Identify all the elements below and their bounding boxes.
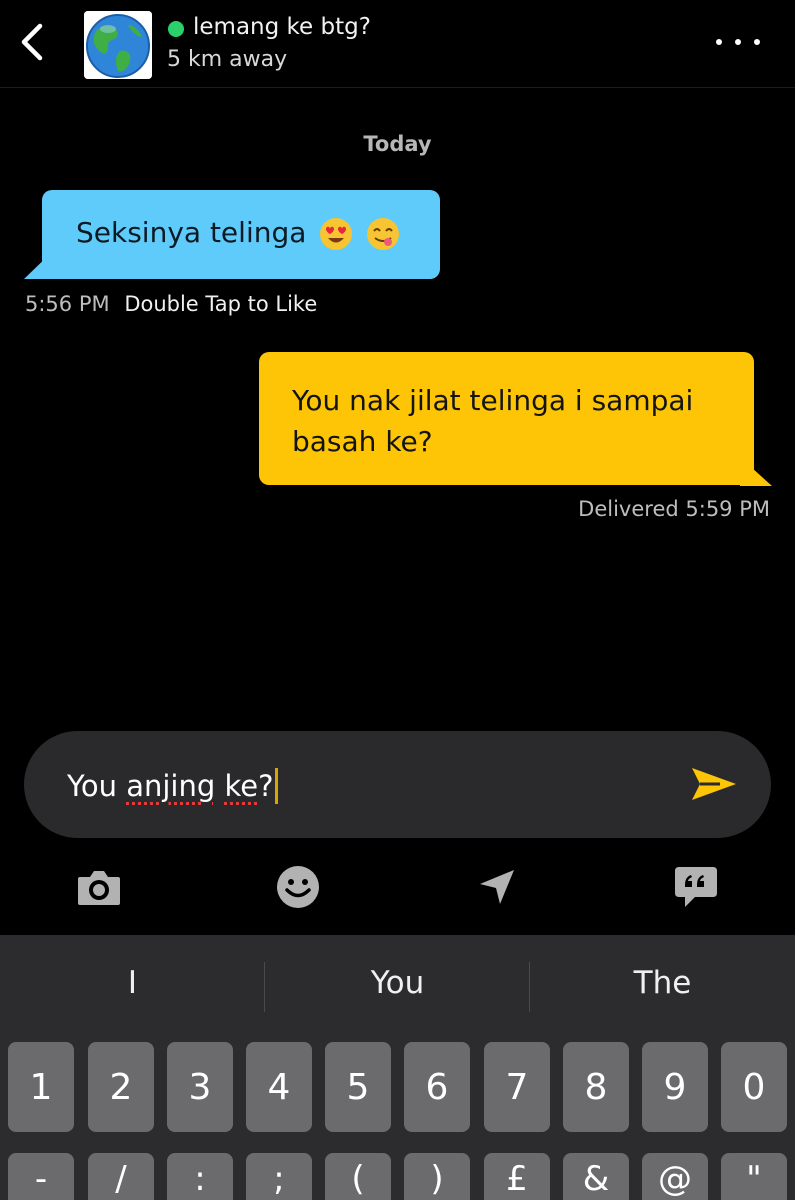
- message-text: Seksinya telinga: [76, 216, 307, 249]
- key-3[interactable]: 3: [167, 1042, 233, 1132]
- incoming-message-text: Seksinya telinga: [76, 216, 400, 251]
- saved-phrases-button[interactable]: [673, 864, 719, 910]
- send-button[interactable]: [690, 764, 738, 804]
- suggestion-1[interactable]: I: [0, 965, 265, 1001]
- contact-name[interactable]: lemang ke btg?: [193, 14, 371, 40]
- location-arrow-icon: [480, 870, 514, 904]
- key-0[interactable]: 0: [721, 1042, 787, 1132]
- key-7[interactable]: 7: [484, 1042, 550, 1132]
- suggestion-3[interactable]: The: [530, 965, 795, 1001]
- message-time: 5:56 PM: [25, 292, 110, 316]
- key-8[interactable]: 8: [563, 1042, 629, 1132]
- key-open-paren[interactable]: (: [325, 1153, 391, 1200]
- chat-header: lemang ke btg? 5 km away: [0, 0, 795, 88]
- contact-distance: 5 km away: [167, 47, 288, 72]
- key-at[interactable]: @: [642, 1153, 708, 1200]
- avatar[interactable]: [84, 11, 152, 79]
- message-input-text[interactable]: You anjing ke?: [67, 768, 278, 804]
- dot-icon: [716, 39, 722, 45]
- key-hyphen[interactable]: -: [8, 1153, 74, 1200]
- key-colon[interactable]: :: [167, 1153, 233, 1200]
- delivery-status: Delivered 5:59 PM: [578, 497, 770, 521]
- yum-emoji-icon: [367, 218, 400, 250]
- key-2[interactable]: 2: [88, 1042, 154, 1132]
- misspelled-word[interactable]: anjing: [126, 769, 215, 803]
- online-status-dot: [168, 21, 184, 37]
- outgoing-message-text: You nak jilat telinga i sampai basah ke?: [292, 384, 694, 458]
- emoji-button[interactable]: [275, 864, 321, 910]
- camera-button[interactable]: [76, 864, 122, 910]
- input-word: You: [67, 769, 127, 803]
- key-semicolon[interactable]: ;: [246, 1153, 312, 1200]
- dot-icon: [754, 39, 760, 45]
- day-separator: Today: [363, 132, 432, 156]
- smiley-icon: [277, 866, 319, 908]
- incoming-message-meta: 5:56 PM Double Tap to Like: [25, 292, 317, 316]
- heart-eyes-emoji-icon: [320, 218, 353, 250]
- chevron-left-icon: [21, 23, 43, 61]
- text-caret: [274, 768, 278, 804]
- input-space: [215, 769, 224, 803]
- bubble-tail: [740, 457, 772, 486]
- location-button[interactable]: [474, 864, 520, 910]
- send-arrow-icon: [692, 768, 736, 800]
- bubble-tail: [24, 250, 54, 279]
- quote-bubble-icon: [675, 867, 717, 907]
- key-4[interactable]: 4: [246, 1042, 312, 1132]
- key-9[interactable]: 9: [642, 1042, 708, 1132]
- dot-icon: [735, 39, 741, 45]
- suggestion-2[interactable]: You: [265, 965, 530, 1001]
- key-5[interactable]: 5: [325, 1042, 391, 1132]
- misspelled-word[interactable]: ke: [225, 769, 259, 803]
- key-quote[interactable]: ": [721, 1153, 787, 1200]
- key-slash[interactable]: /: [88, 1153, 154, 1200]
- key-ampersand[interactable]: &: [563, 1153, 629, 1200]
- key-close-paren[interactable]: ): [404, 1153, 470, 1200]
- input-punctuation: ?: [258, 769, 274, 803]
- key-6[interactable]: 6: [404, 1042, 470, 1132]
- camera-icon: [78, 871, 120, 905]
- key-1[interactable]: 1: [8, 1042, 74, 1132]
- double-tap-hint: Double Tap to Like: [124, 292, 318, 316]
- globe-icon: [84, 11, 152, 79]
- back-button[interactable]: [14, 20, 50, 64]
- key-pound[interactable]: £: [484, 1153, 550, 1200]
- more-options-button[interactable]: [716, 32, 760, 52]
